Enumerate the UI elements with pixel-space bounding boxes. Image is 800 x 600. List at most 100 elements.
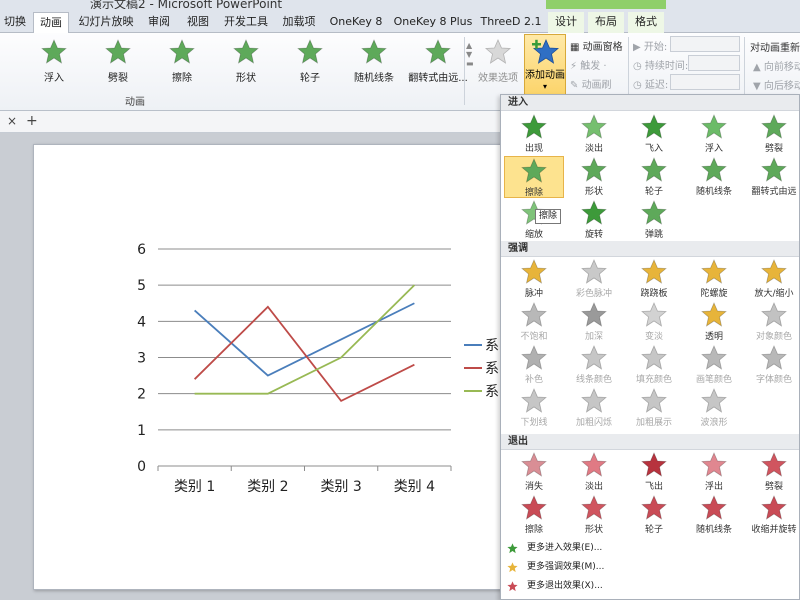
gallery-effect-button[interactable]: 浮入 bbox=[24, 37, 84, 84]
effect-item[interactable]: 随机线条 bbox=[684, 494, 744, 536]
close-doc-icon[interactable]: × bbox=[7, 114, 17, 128]
effect-item[interactable]: 浮入 bbox=[684, 113, 744, 155]
effect-label: 变淡 bbox=[644, 332, 663, 342]
effect-item[interactable]: 随机线条 bbox=[684, 156, 744, 198]
add-animation-dropdown: 进入 出现 淡出 飞入 浮入 劈裂 擦除 形状 轮子 随机线条 翻转式由远 缩放 旋转 弹跳 强调 脉冲… bbox=[500, 94, 800, 600]
effect-item[interactable]: 陀螺旋 bbox=[684, 258, 744, 300]
effect-item[interactable]: 劈裂 bbox=[744, 451, 799, 493]
duration-input[interactable] bbox=[688, 55, 740, 71]
star-icon bbox=[169, 39, 195, 64]
effect-item[interactable]: 翻转式由远 bbox=[744, 156, 799, 198]
effect-item[interactable]: 出现 bbox=[504, 113, 564, 155]
tab-view[interactable]: 视图 bbox=[182, 12, 214, 33]
effect-label: 陀螺旋 bbox=[700, 289, 728, 299]
add-animation-button[interactable]: 添加动画 ▾ bbox=[524, 34, 566, 96]
effect-item[interactable]: 轮子 bbox=[624, 156, 684, 198]
effect-star-icon bbox=[761, 452, 787, 477]
tab-slideshow[interactable]: 幻灯片放映 bbox=[74, 12, 138, 33]
tab-onekey8plus[interactable]: OneKey 8 Plus bbox=[392, 12, 474, 33]
star-icon bbox=[361, 39, 387, 64]
series-line bbox=[194, 302, 415, 377]
effect-label: 画笔颜色 bbox=[695, 375, 732, 385]
effect-item[interactable]: 跷跷板 bbox=[624, 258, 684, 300]
tab-layout[interactable]: 布局 bbox=[588, 12, 624, 33]
tab-onekey8[interactable]: OneKey 8 bbox=[328, 12, 384, 33]
effect-label: 弹跳 bbox=[644, 230, 663, 240]
effect-label: 彩色脉冲 bbox=[575, 289, 612, 299]
start-select[interactable] bbox=[670, 36, 740, 52]
move-later-button[interactable]: ▼ 向后移动 bbox=[753, 77, 800, 92]
tab-addins[interactable]: 加载项 bbox=[279, 12, 319, 33]
effect-item[interactable]: 浮出 bbox=[684, 451, 744, 493]
duration-icon: ◷ bbox=[633, 61, 645, 72]
animation-group-label: 动画 bbox=[125, 97, 145, 108]
gallery-effect-button[interactable]: 轮子 bbox=[280, 37, 340, 84]
trigger-button[interactable]: ⚡ 触发 · bbox=[570, 57, 607, 72]
gallery-effect-button[interactable]: 劈裂 bbox=[88, 37, 148, 84]
effect-star-icon bbox=[641, 345, 667, 370]
animation-pane-label: 动画窗格 bbox=[582, 42, 623, 53]
effect-item[interactable]: 旋转 bbox=[564, 199, 624, 241]
y-tick-label: 4 bbox=[137, 314, 146, 330]
effect-item[interactable]: 擦除 bbox=[504, 494, 564, 536]
star-icon bbox=[233, 39, 259, 64]
effect-item[interactable]: 形状 bbox=[564, 494, 624, 536]
more-effects-item[interactable]: 更多强调效果(M)... bbox=[501, 559, 799, 577]
trigger-icon: ⚡ bbox=[570, 61, 581, 72]
star-icon bbox=[507, 581, 518, 592]
gallery-effect-button[interactable]: 翻转式由远... bbox=[408, 37, 468, 84]
move-earlier-button[interactable]: ▲ 向前移动 bbox=[753, 58, 800, 73]
effect-item[interactable]: 脉冲 bbox=[504, 258, 564, 300]
effect-star-icon bbox=[761, 114, 787, 139]
tab-animations[interactable]: 动画 bbox=[33, 12, 69, 34]
gallery-effect-label: 随机线条 bbox=[354, 73, 394, 84]
gallery-effect-button[interactable]: 随机线条 bbox=[344, 37, 404, 84]
tab-format[interactable]: 格式 bbox=[628, 12, 664, 33]
effect-tooltip: 擦除 bbox=[535, 209, 562, 224]
effect-item[interactable]: 形状 bbox=[564, 156, 624, 198]
effect-star-icon bbox=[521, 345, 547, 370]
effect-item[interactable]: 轮子 bbox=[624, 494, 684, 536]
effect-label: 收缩并旋转 bbox=[751, 525, 797, 535]
effect-star-icon bbox=[521, 158, 547, 183]
effect-star-icon bbox=[641, 388, 667, 413]
effect-item[interactable]: 放大/缩小 bbox=[744, 258, 799, 300]
effect-label: 形状 bbox=[584, 187, 603, 197]
effect-item: 下划线 bbox=[504, 387, 564, 429]
y-tick-label: 5 bbox=[137, 278, 146, 294]
effect-options-button[interactable]: 效果选项 bbox=[472, 37, 524, 84]
effect-options-icon bbox=[485, 39, 511, 64]
effect-item[interactable]: 劈裂 bbox=[744, 113, 799, 155]
gallery-effect-button[interactable]: 擦除 bbox=[152, 37, 212, 84]
effect-label: 透明 bbox=[704, 332, 723, 342]
gallery-effect-button[interactable]: 形状 bbox=[216, 37, 276, 84]
effect-item[interactable]: 淡出 bbox=[564, 113, 624, 155]
effect-item[interactable]: 淡出 bbox=[564, 451, 624, 493]
effect-item[interactable]: 消失 bbox=[504, 451, 564, 493]
gallery-effect-label: 形状 bbox=[236, 73, 256, 84]
effect-item[interactable]: 擦除 bbox=[504, 156, 564, 198]
effect-item[interactable]: 飞入 bbox=[624, 113, 684, 155]
tab-threed[interactable]: ThreeD 2.1 bbox=[480, 12, 542, 33]
animation-painter-button[interactable]: ✎ 动画刷 bbox=[570, 76, 612, 91]
effect-star-icon bbox=[761, 157, 787, 182]
animation-pane-button[interactable]: ▦ 动画窗格 bbox=[570, 38, 623, 53]
gallery-effect-label: 擦除 bbox=[172, 73, 192, 84]
tab-review[interactable]: 审阅 bbox=[143, 12, 175, 33]
delay-input[interactable] bbox=[670, 74, 740, 90]
tab-transitions[interactable]: 切换 bbox=[0, 12, 30, 33]
more-effects-item[interactable]: 更多退出效果(X)... bbox=[501, 578, 799, 596]
more-effects-item[interactable]: 更多进入效果(E)... bbox=[501, 540, 799, 558]
effect-item: 线条颜色 bbox=[564, 344, 624, 386]
effect-item[interactable]: 收缩并旋转 bbox=[744, 494, 799, 536]
tab-design[interactable]: 设计 bbox=[548, 12, 584, 33]
effect-item[interactable]: 弹跳 bbox=[624, 199, 684, 241]
effect-item[interactable]: 透明 bbox=[684, 301, 744, 343]
effect-label: 轮子 bbox=[644, 525, 663, 535]
effect-star-icon bbox=[581, 157, 607, 182]
trigger-label: 触发 · bbox=[580, 61, 607, 72]
effect-item[interactable]: 飞出 bbox=[624, 451, 684, 493]
new-doc-icon[interactable]: + bbox=[26, 113, 38, 129]
legend-label: 系 bbox=[485, 338, 499, 354]
tab-developer[interactable]: 开发工具 bbox=[222, 12, 270, 33]
